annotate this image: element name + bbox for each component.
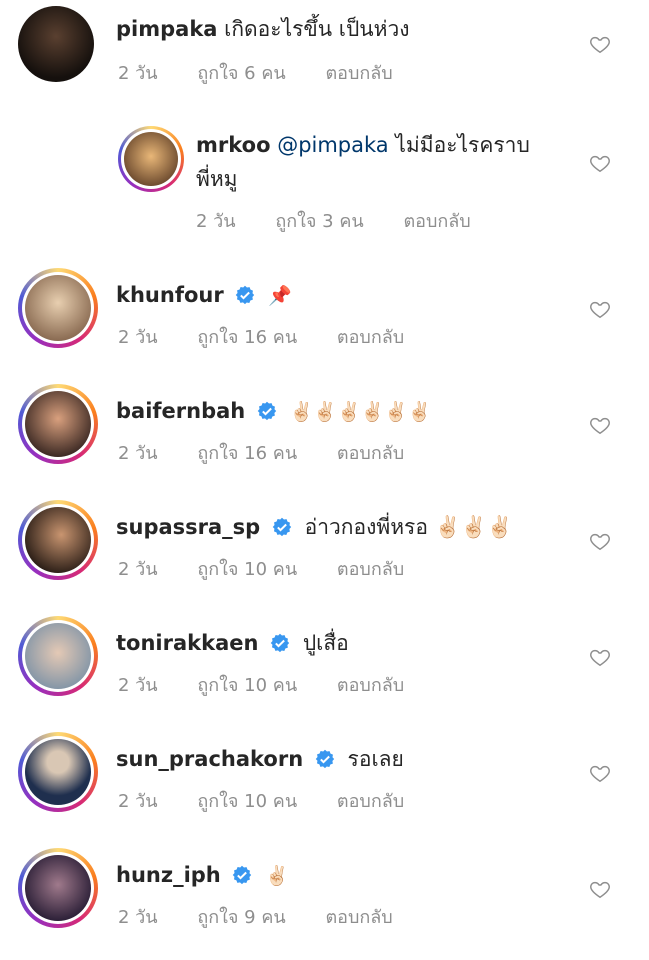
heart-icon[interactable]	[589, 152, 611, 174]
likes-count[interactable]: ถูกใจ 16 คน	[197, 443, 297, 464]
avatar[interactable]	[118, 126, 184, 192]
reply-button[interactable]: ตอบกลับ	[337, 327, 404, 348]
heart-icon[interactable]	[589, 33, 611, 55]
reply-button[interactable]: ตอบกลับ	[337, 675, 404, 696]
reply-button[interactable]: ตอบกลับ	[325, 63, 392, 84]
avatar[interactable]	[18, 6, 94, 82]
heart-icon[interactable]	[589, 878, 611, 900]
username[interactable]: supassra_sp	[116, 515, 260, 539]
username[interactable]: khunfour	[116, 283, 224, 307]
heart-icon[interactable]	[589, 762, 611, 784]
avatar[interactable]	[18, 384, 98, 464]
comment-text: 📌	[268, 285, 292, 307]
avatar[interactable]	[18, 500, 98, 580]
reply-button[interactable]: ตอบกลับ	[325, 907, 392, 928]
comment-text: รอเลย	[347, 747, 404, 771]
comment-text-continued: พี่หมู	[196, 167, 238, 191]
username[interactable]: pimpaka	[116, 17, 217, 41]
avatar[interactable]	[18, 268, 98, 348]
comment-time: 2 วัน	[118, 443, 158, 464]
comment-time: 2 วัน	[118, 791, 158, 812]
comment-time: 2 วัน	[118, 907, 158, 928]
comment-time: 2 วัน	[196, 211, 236, 232]
comment-text: อ่าวกองพี่หรอ ✌🏻✌🏻✌🏻	[304, 515, 514, 539]
verified-badge-icon	[233, 865, 252, 885]
comment-time: 2 วัน	[118, 559, 158, 580]
comment-text: ✌🏻	[265, 865, 289, 887]
verified-badge-icon	[257, 401, 277, 421]
avatar[interactable]	[18, 848, 98, 928]
comment-time: 2 วัน	[118, 675, 158, 696]
comment-text: ไม่มีอะไรคราบ	[395, 133, 530, 157]
verified-badge-icon	[315, 749, 335, 769]
likes-count[interactable]: ถูกใจ 10 คน	[197, 559, 297, 580]
reply-button[interactable]: ตอบกลับ	[337, 443, 404, 464]
heart-icon[interactable]	[589, 298, 611, 320]
comment-time: 2 วัน	[118, 63, 158, 84]
likes-count[interactable]: ถูกใจ 10 คน	[197, 675, 297, 696]
mention-link[interactable]: @pimpaka	[277, 133, 388, 157]
avatar[interactable]	[18, 732, 98, 812]
comment-text: ✌🏻✌🏻✌🏻✌🏻✌🏻✌🏻	[289, 401, 432, 423]
username[interactable]: mrkoo	[196, 133, 271, 157]
comment-time: 2 วัน	[118, 327, 158, 348]
likes-count[interactable]: ถูกใจ 9 คน	[197, 907, 285, 928]
verified-badge-icon	[236, 285, 255, 305]
avatar[interactable]	[18, 616, 98, 696]
verified-badge-icon	[272, 517, 292, 537]
likes-count[interactable]: ถูกใจ 16 คน	[197, 327, 297, 348]
reply-button[interactable]: ตอบกลับ	[403, 211, 470, 232]
username[interactable]: sun_prachakorn	[116, 747, 303, 771]
likes-count[interactable]: ถูกใจ 6 คน	[197, 63, 285, 84]
likes-count[interactable]: ถูกใจ 3 คน	[275, 211, 363, 232]
username[interactable]: tonirakkaen	[116, 631, 258, 655]
comment-text: เกิดอะไรขึ้น เป็นห่วง	[224, 17, 410, 41]
reply-button[interactable]: ตอบกลับ	[337, 559, 404, 580]
heart-icon[interactable]	[589, 530, 611, 552]
likes-count[interactable]: ถูกใจ 10 คน	[197, 791, 297, 812]
heart-icon[interactable]	[589, 646, 611, 668]
reply-button[interactable]: ตอบกลับ	[337, 791, 404, 812]
username[interactable]: baifernbah	[116, 399, 245, 423]
comment-text: ปูเสื่อ	[302, 631, 349, 655]
verified-badge-icon	[270, 633, 290, 653]
username[interactable]: hunz_iph	[116, 863, 221, 887]
heart-icon[interactable]	[589, 414, 611, 436]
